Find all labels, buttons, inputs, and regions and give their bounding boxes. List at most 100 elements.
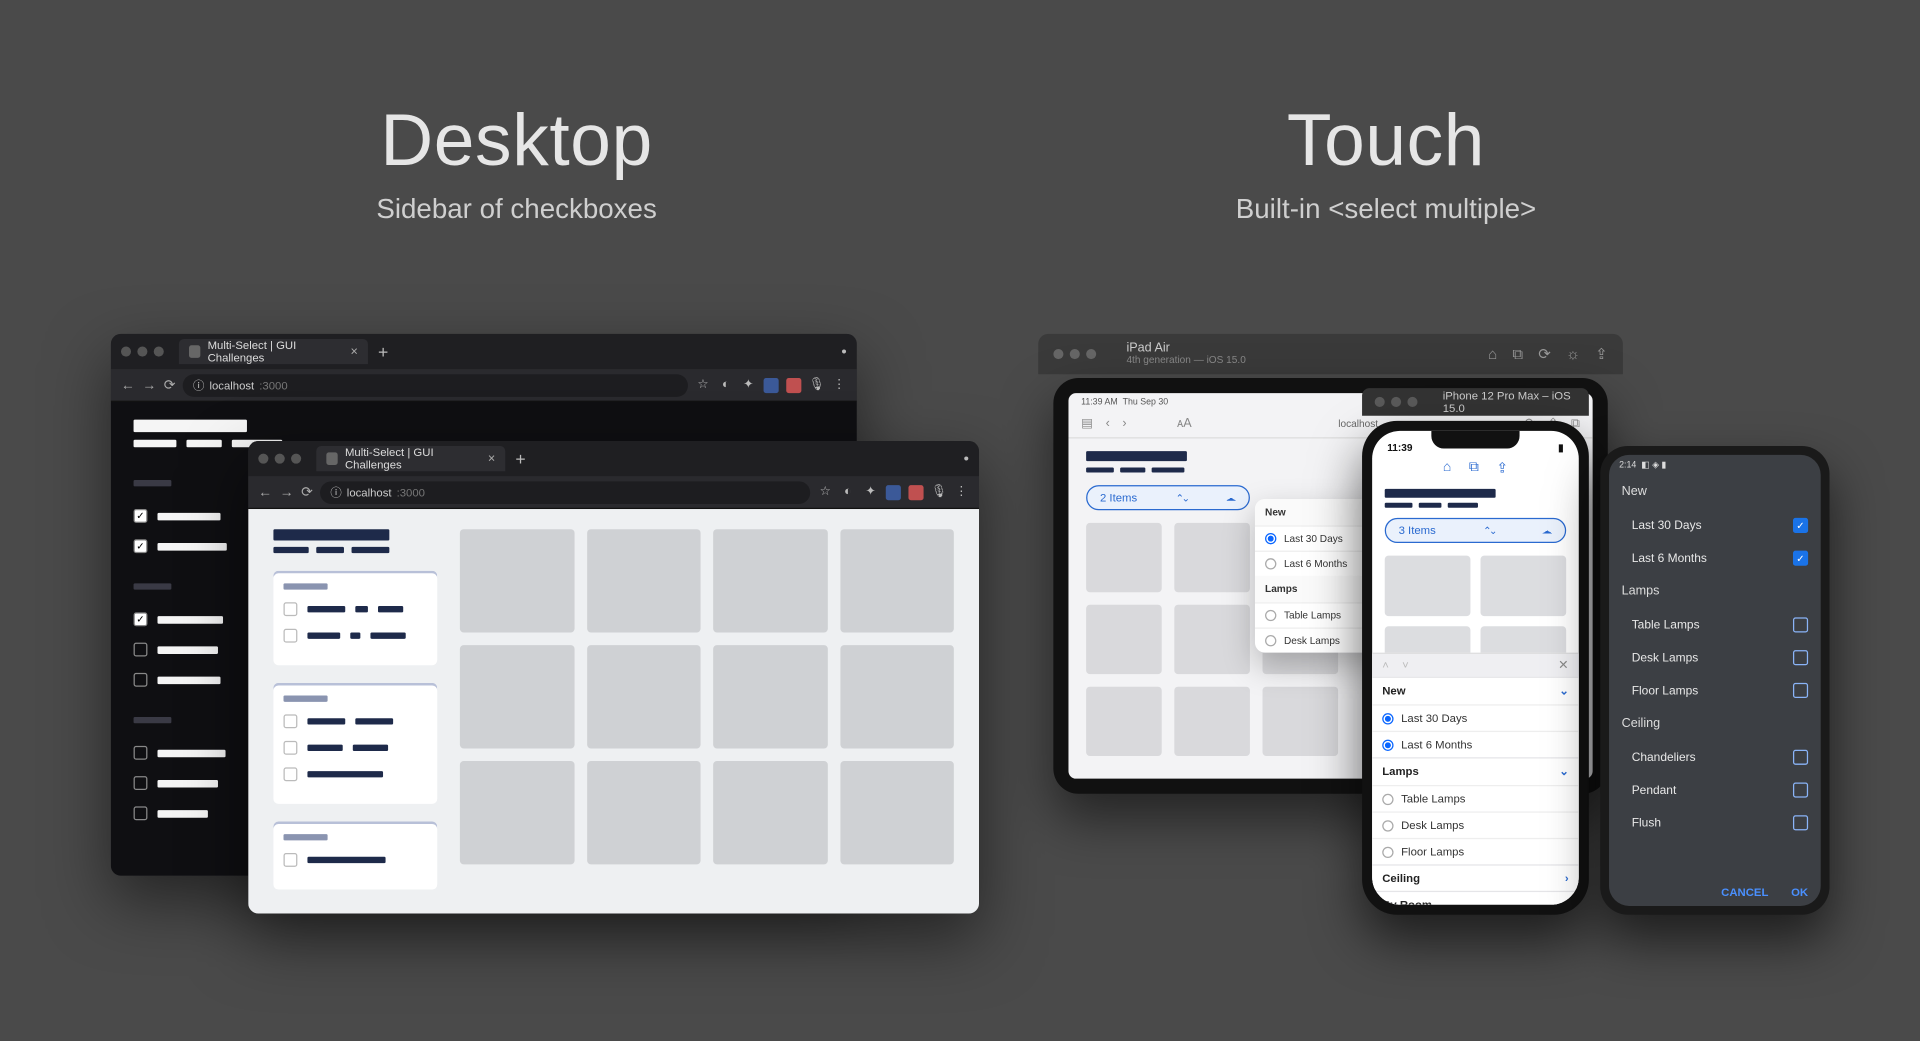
checkbox-icon[interactable] [1793, 815, 1808, 830]
forward-button[interactable]: → [280, 484, 294, 499]
checkbox-row[interactable] [284, 714, 428, 728]
extension-badge-2[interactable] [908, 484, 923, 499]
option-row[interactable]: Floor Lamps [1609, 674, 1821, 707]
result-card[interactable] [1385, 556, 1471, 616]
checkbox-icon[interactable] [134, 509, 148, 523]
option-row[interactable]: Last 6 Months [1609, 542, 1821, 575]
checkbox-icon[interactable] [284, 602, 298, 616]
reload-button[interactable]: ⟳ [164, 377, 176, 393]
result-card[interactable] [460, 645, 574, 748]
option-row[interactable]: Last 30 Days [1609, 509, 1821, 542]
option-row[interactable]: Flush [1609, 806, 1821, 839]
window-controls[interactable] [1053, 349, 1096, 359]
back-button[interactable]: ‹ [1106, 417, 1110, 431]
checkbox-icon[interactable] [134, 746, 148, 760]
kebab-menu-icon[interactable]: ⋮ [954, 484, 969, 499]
checkbox-icon[interactable] [1793, 617, 1808, 632]
checkbox-icon[interactable] [284, 741, 298, 755]
option-row[interactable]: Floor Lamps [1372, 838, 1579, 864]
site-info-icon[interactable]: ⓘ [330, 484, 341, 500]
extension-badge[interactable] [886, 484, 901, 499]
result-card[interactable] [713, 761, 827, 864]
star-icon[interactable]: ☆ [696, 377, 711, 392]
option-row[interactable]: Desk Lamps [1609, 641, 1821, 674]
reader-icon[interactable]: ᴀA [1177, 417, 1192, 431]
result-card[interactable] [1174, 523, 1250, 592]
result-card[interactable] [1174, 687, 1250, 756]
browser-tab[interactable]: Multi-Select | GUI Challenges × [179, 339, 368, 364]
home-icon[interactable]: ⌂ [1488, 345, 1497, 364]
result-card[interactable] [460, 761, 574, 864]
moon-icon[interactable]: ◐ [840, 484, 855, 499]
close-icon[interactable]: ✕ [1558, 658, 1569, 672]
window-controls[interactable] [121, 347, 164, 357]
optgroup-header[interactable]: By Room› [1372, 891, 1579, 905]
new-tab-button[interactable]: + [515, 449, 525, 469]
forward-button[interactable]: › [1122, 417, 1126, 431]
rotate-icon[interactable]: ⟳ [1538, 345, 1551, 364]
multiselect-trigger[interactable]: 3 Items ⌃⌄ [1385, 518, 1566, 543]
extension-badge-2[interactable] [786, 377, 801, 392]
result-card[interactable] [1086, 523, 1162, 592]
result-card[interactable] [1174, 605, 1250, 674]
checkbox-icon[interactable] [284, 853, 298, 867]
optgroup-header[interactable]: Ceiling› [1372, 864, 1579, 890]
home-icon[interactable]: ⌂ [1443, 460, 1451, 475]
option-row[interactable]: Pendant [1609, 774, 1821, 807]
checkbox-row[interactable] [284, 602, 428, 616]
ok-button[interactable]: OK [1791, 886, 1808, 899]
close-tab-icon[interactable]: × [350, 345, 357, 359]
mic-icon[interactable]: 🎙 [809, 377, 824, 392]
result-card[interactable] [587, 529, 701, 632]
checkbox-icon[interactable] [1793, 518, 1808, 533]
browser-tab[interactable]: Multi-Select | GUI Challenges × [316, 446, 505, 471]
checkbox-icon[interactable] [1793, 750, 1808, 765]
result-card[interactable] [1086, 687, 1162, 756]
reload-button[interactable]: ⟳ [301, 484, 313, 500]
new-tab-button[interactable]: + [378, 341, 388, 361]
checkbox-icon[interactable] [284, 767, 298, 781]
checkbox-icon[interactable] [134, 806, 148, 820]
screenshot-icon[interactable]: ⧉ [1512, 345, 1523, 364]
extension-badge[interactable] [764, 377, 779, 392]
result-card[interactable] [1481, 556, 1567, 616]
extensions-icon[interactable]: ✦ [741, 377, 756, 392]
result-card[interactable] [840, 645, 954, 748]
multiselect-trigger[interactable]: 2 Items ⌃⌄ [1086, 485, 1250, 510]
result-card[interactable] [840, 529, 954, 632]
option-row[interactable]: Last 6 Months [1372, 731, 1579, 757]
back-button[interactable]: ← [258, 484, 272, 499]
window-controls[interactable] [258, 454, 301, 464]
browser-menu-icon[interactable]: • [841, 343, 846, 361]
prev-next-icons[interactable]: ˄ ˅ [1382, 659, 1414, 672]
checkbox-row[interactable] [284, 629, 428, 643]
extensions-icon[interactable]: ✦ [863, 484, 878, 499]
option-row[interactable]: Table Lamps [1372, 785, 1579, 811]
share-icon[interactable]: ⇪ [1496, 459, 1508, 475]
select-sheet[interactable]: ˄ ˅ ✕ New⌄ Last 30 Days Last 6 Months La… [1372, 653, 1579, 905]
browser-menu-icon[interactable]: • [964, 450, 969, 468]
share-icon[interactable]: ⇪ [1595, 345, 1608, 364]
option-row[interactable]: Table Lamps [1609, 609, 1821, 642]
sidebar-icon[interactable]: ▤ [1081, 417, 1093, 431]
select-dialog[interactable]: New Last 30 Days Last 6 Months Lamps Tab… [1609, 475, 1821, 839]
mic-icon[interactable]: 🎙 [931, 484, 946, 499]
checkbox-icon[interactable] [134, 539, 148, 553]
checkbox-icon[interactable] [284, 714, 298, 728]
back-button[interactable]: ← [121, 377, 135, 392]
cancel-button[interactable]: CANCEL [1721, 886, 1768, 899]
site-info-icon[interactable]: ⓘ [193, 377, 204, 393]
appearance-icon[interactable]: ☼ [1566, 345, 1580, 364]
checkbox-row[interactable] [284, 767, 428, 781]
result-card[interactable] [1086, 605, 1162, 674]
checkbox-row[interactable] [284, 741, 428, 755]
window-controls[interactable] [1375, 397, 1418, 407]
screenshot-icon[interactable]: ⧉ [1469, 459, 1479, 475]
checkbox-icon[interactable] [1793, 782, 1808, 797]
optgroup-header[interactable]: New⌄ [1372, 677, 1579, 705]
result-card[interactable] [460, 529, 574, 632]
result-card[interactable] [1263, 687, 1339, 756]
checkbox-icon[interactable] [1793, 650, 1808, 665]
star-icon[interactable]: ☆ [818, 484, 833, 499]
optgroup-header[interactable]: Lamps⌄ [1372, 757, 1579, 785]
